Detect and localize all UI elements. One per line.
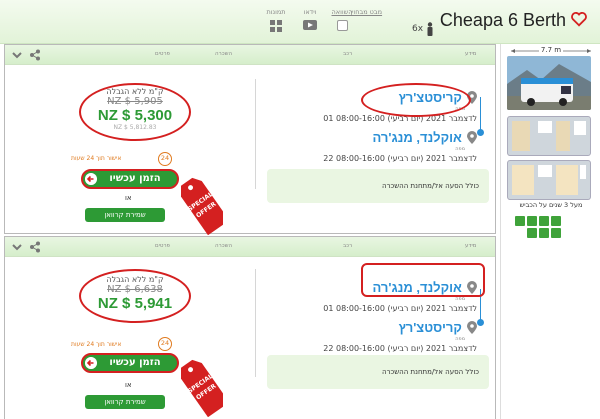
confirm-24h: אישור תוך 24 שעות	[71, 341, 122, 348]
bed-icon	[551, 216, 561, 226]
highlight-price	[79, 269, 191, 323]
head-label-info[interactable]: מידע	[465, 51, 476, 57]
included-shuttle: כולל הסעה אל/מתחנת ההשכרה	[267, 355, 489, 389]
offer-card-2: מידע רכב השכרה פרטים אוקלנד, מנג'רה מפה …	[4, 236, 496, 419]
share-icon[interactable]	[29, 49, 41, 61]
floorplan-day-drawing	[512, 121, 586, 151]
included-shuttle: כולל הסעה אל/מתחנת ההשכרה	[267, 169, 489, 203]
or-text: או	[125, 194, 132, 202]
heart-icon[interactable]	[570, 10, 588, 28]
power-icon	[539, 228, 549, 238]
chevron-down-icon[interactable]	[12, 50, 22, 60]
video-icon[interactable]	[303, 20, 317, 30]
gallery-label: תמונות	[266, 8, 286, 16]
compare-checkbox-icon[interactable]	[336, 20, 348, 31]
header-bar: Cheapa 6 Berth 6x מבט מבחוץ השוואה וידאו…	[0, 0, 600, 44]
sleeps-count: 6x	[412, 22, 435, 36]
shower-icon	[515, 216, 525, 226]
book-now-label: הזמן עכשיו	[109, 173, 161, 184]
head-label-rental[interactable]: השכרה	[215, 51, 232, 57]
person-icon	[427, 22, 433, 36]
card-header: מידע רכב השכרה פרטים	[5, 45, 495, 65]
card-divider	[255, 79, 256, 189]
floorplan-night-drawing	[512, 165, 586, 195]
head-label-vehicle[interactable]: רכב	[343, 243, 352, 249]
dropoff-datetime: 22 לדצמבר 2021 (יום רביעי) 08:00-16:00	[323, 154, 477, 163]
save-camper-button[interactable]: שמירת קרוואן	[85, 395, 165, 409]
dropoff-datetime: 22 לדצמבר 2021 (יום רביעי) 08:00-16:00	[323, 344, 477, 353]
highlight-pickup	[361, 263, 485, 297]
head-label-vehicle[interactable]: רכב	[343, 51, 352, 57]
head-label-info[interactable]: מידע	[465, 243, 476, 249]
sleeps-label: 6x	[412, 24, 424, 34]
special-offer-tag: SPECIAL OFFER	[181, 177, 223, 235]
vehicle-photo[interactable]	[507, 56, 591, 110]
dropoff-location[interactable]: אוקלנד, מנג'רה	[373, 130, 462, 145]
length-value: 7.7 m	[538, 46, 564, 54]
gallery-icon[interactable]	[270, 20, 282, 32]
vehicle-title: Cheapa 6 Berth	[439, 10, 566, 30]
save-camper-button[interactable]: שמירת קרוואן	[85, 208, 165, 222]
floorplan-day[interactable]	[507, 116, 591, 156]
route-dot	[477, 319, 484, 326]
floorplan-night[interactable]	[507, 160, 591, 200]
vehicle-panel: 7.7 m מעל 3 שנים על הכביש	[500, 44, 600, 419]
card-header: מידע רכב השכרה פרטים	[5, 237, 495, 257]
highlight-price	[79, 83, 191, 141]
pickup-datetime: 01 לדצמבר 2021 (יום רביעי) 08:00-16:00	[323, 304, 477, 313]
card-divider	[255, 269, 256, 377]
gallery-button[interactable]: תמונות	[256, 8, 296, 32]
head-label-details[interactable]: פרטים	[155, 51, 170, 57]
fridge-icon	[527, 228, 537, 238]
arrow-left-icon	[85, 357, 97, 369]
vehicle-length: 7.7 m	[501, 46, 600, 54]
badge-24h: 24	[158, 152, 172, 166]
head-label-details[interactable]: פרטים	[155, 243, 170, 249]
map-link[interactable]: מפה	[323, 336, 465, 342]
dropoff-block: אוקלנד, מנג'רה מפה 22 לדצמבר 2021 (יום ר…	[323, 127, 477, 163]
book-now-button[interactable]: הזמן עכשיו	[81, 169, 179, 189]
book-now-label: הזמן עכשיו	[109, 357, 161, 368]
or-text: או	[125, 381, 132, 389]
special-offer-tag: SPECIAL OFFER	[181, 359, 223, 417]
dropoff-location[interactable]: קריסטצ'רץ	[399, 320, 462, 335]
route-dot	[477, 129, 484, 136]
arrow-left-icon	[85, 173, 97, 185]
share-icon[interactable]	[29, 241, 41, 253]
map-link[interactable]: מפה	[323, 146, 465, 152]
offer-card-1: מידע רכב השכרה פרטים קריסטצ'רץ מפה 01 לד…	[4, 44, 496, 235]
toilet-icon	[551, 228, 561, 238]
book-now-button[interactable]: הזמן עכשיו	[81, 353, 179, 373]
map-pin-icon[interactable]	[467, 321, 477, 334]
confirm-24h: אישור תוך 24 שעות	[71, 155, 122, 162]
dropoff-block: קריסטצ'רץ מפה 22 לדצמבר 2021 (יום רביעי)…	[323, 317, 477, 353]
map-pin-icon[interactable]	[467, 131, 477, 144]
badge-24h: 24	[158, 337, 172, 351]
route-line	[480, 97, 481, 133]
compare-label: השוואה	[331, 8, 353, 16]
head-label-rental[interactable]: השכרה	[215, 243, 232, 249]
highlight-pickup	[361, 83, 471, 117]
kitchen-icon	[527, 216, 537, 226]
seatbelt-icon	[539, 216, 549, 226]
video-button[interactable]: וידאו	[290, 8, 330, 30]
chevron-down-icon[interactable]	[12, 242, 22, 252]
years-on-road: מעל 3 שנים על הכביש	[519, 201, 583, 209]
video-label: וידאו	[303, 8, 317, 16]
